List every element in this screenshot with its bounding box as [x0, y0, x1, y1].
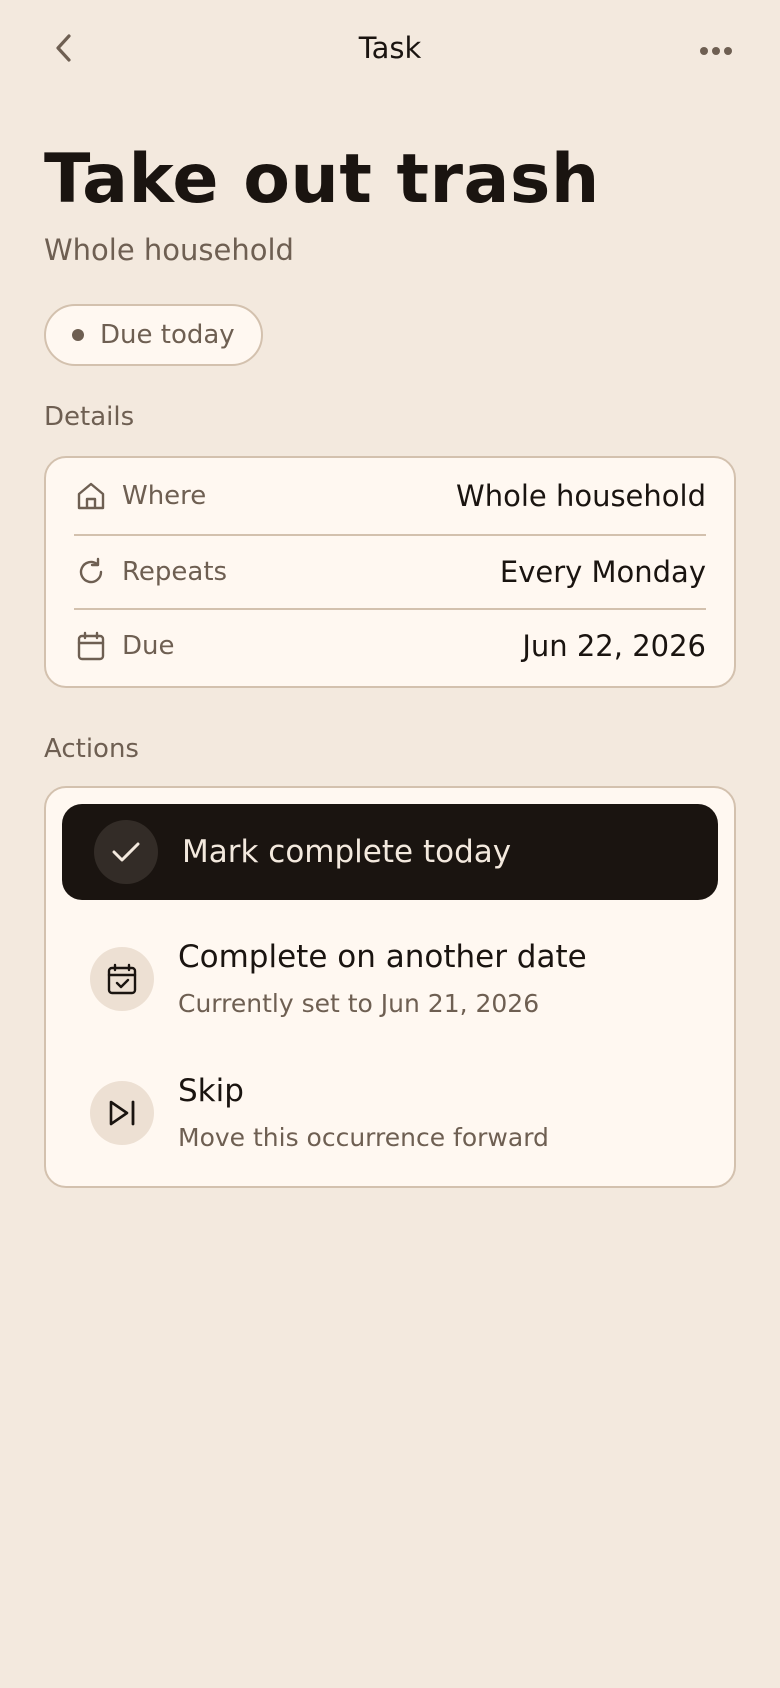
detail-label: Due	[122, 631, 175, 661]
status-dot	[72, 329, 84, 341]
skip-forward-icon	[90, 1081, 154, 1145]
action-subtitle: Move this occurrence forward	[178, 1123, 549, 1152]
top-bar: Task	[0, 0, 780, 100]
detail-label: Where	[122, 481, 207, 511]
detail-label: Repeats	[122, 557, 228, 587]
skip-button[interactable]: Skip Move this occurrence forward	[62, 1058, 718, 1168]
check-icon	[94, 820, 158, 884]
action-texts: Skip Move this occurrence forward	[178, 1071, 549, 1155]
calendar-icon	[74, 629, 108, 663]
complete-another-date-button[interactable]: Complete on another date Currently set t…	[62, 924, 718, 1034]
task-subtitle: Whole household	[44, 233, 294, 267]
status-badge: Due today	[44, 304, 263, 366]
detail-row-due: Due Jun 22, 2026	[74, 610, 706, 682]
page-title: Task	[358, 31, 422, 65]
mark-complete-today-button[interactable]: Mark complete today	[62, 804, 718, 900]
status-label: Due today	[100, 320, 235, 350]
actions-heading: Actions	[44, 734, 139, 764]
more-horizontal-icon	[699, 41, 733, 60]
action-title: Complete on another date	[178, 939, 587, 975]
repeat-icon	[74, 555, 108, 589]
action-texts: Complete on another date Currently set t…	[178, 937, 587, 1021]
details-heading: Details	[44, 402, 135, 432]
more-options-button[interactable]	[694, 30, 738, 70]
actions-card: Mark complete today Complete on another …	[44, 786, 736, 1188]
calendar-check-icon	[90, 947, 154, 1011]
detail-value: Jun 22, 2026	[522, 629, 706, 663]
home-icon	[74, 479, 108, 513]
details-card: Where Whole household Repeats Every Mond…	[44, 456, 736, 688]
action-subtitle: Currently set to Jun 21, 2026	[178, 989, 540, 1018]
action-title: Skip	[178, 1073, 244, 1109]
detail-row-repeats: Repeats Every Monday	[74, 536, 706, 608]
detail-value: Whole household	[456, 479, 706, 513]
primary-action-label: Mark complete today	[182, 834, 512, 870]
detail-row-where: Where Whole household	[74, 460, 706, 532]
task-title: Take out trash	[44, 140, 600, 219]
detail-value: Every Monday	[499, 555, 706, 589]
